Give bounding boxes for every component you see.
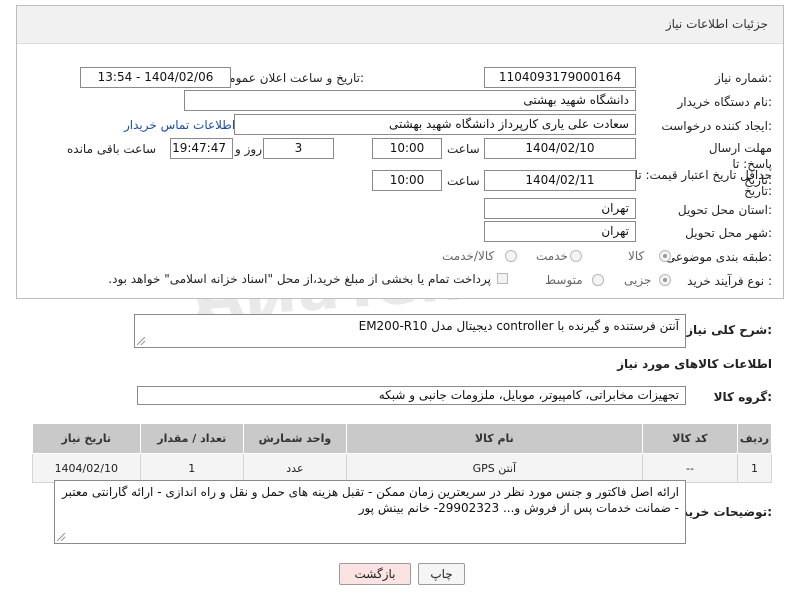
print-button[interactable]: چاپ [418,563,465,585]
process-option-minor: جزیی [624,273,652,287]
page-title: جزئیات اطلاعات نیاز [665,17,768,31]
announce-field[interactable]: 1404/02/06 - 13:54 [80,67,231,88]
province-field[interactable]: تهران [484,198,636,219]
process-option-medium: متوسط [545,273,583,287]
price-validity-label: حداقل تاریخ اعتبار قیمت: تا تاریخ: [634,168,772,198]
cell-item-code: -- [641,453,739,483]
category-radio-goods[interactable] [659,250,671,262]
buyer-notes-text: ارائه اصل فاکتور و جنس مورد نظر در سریعت… [61,485,679,515]
process-label: نوع فرآیند خرید : [687,274,772,288]
need-number-field[interactable]: 1104093179000164 [484,67,636,88]
category-option-service: خدمت [536,249,568,263]
buyer-notes-textarea[interactable]: ارائه اصل فاکتور و جنس مورد نظر در سریعت… [54,480,686,544]
treasury-note: پرداخت تمام یا بخشی از مبلغ خرید،از محل … [108,272,491,286]
remaining-time-label: ساعت باقی مانده [67,142,157,156]
category-option-goods-service: کالا/خدمت [442,249,495,263]
goods-table: ردیف کد کالا نام کالا واحد شمارش تعداد /… [32,423,772,483]
creator-label: ایجاد کننده درخواست: [661,119,772,133]
goods-section-title: اطلاعات کالاهای مورد نیاز [617,357,772,371]
price-validity-time-label: ساعت [447,174,480,188]
category-label: طبقه بندی موضوعی: [665,250,772,264]
goods-table-header: ردیف کد کالا نام کالا واحد شمارش تعداد /… [32,423,772,454]
back-button[interactable]: بازگشت [339,563,411,585]
col-quantity: تعداد / مقدار [139,423,244,454]
category-radio-goods-service[interactable] [505,250,517,262]
price-validity-date-field[interactable]: 1404/02/11 [484,170,636,191]
process-radio-medium[interactable] [592,274,604,286]
city-label: شهر محل تحویل: [685,226,772,240]
cell-row-number: 1 [737,453,772,483]
col-need-date: تاریخ نیاز [32,423,141,454]
process-radio-minor[interactable] [659,274,671,286]
response-time-field[interactable]: 10:00 [372,138,442,159]
cell-item-name: آنتن GPS [345,453,643,483]
days-field[interactable]: 3 [263,138,334,159]
buyer-label: نام دستگاه خریدار: [677,95,773,109]
price-validity-time-field[interactable]: 10:00 [372,170,442,191]
response-date-field[interactable]: 1404/02/10 [484,138,636,159]
resize-handle-icon[interactable] [57,533,65,541]
category-option-goods: کالا [628,249,645,263]
cell-quantity: 1 [139,453,244,483]
col-row-number: ردیف [737,423,772,454]
col-item-name: نام کالا [345,423,643,454]
table-row[interactable]: 1 -- آنتن GPS عدد 1 1404/02/10 [32,453,772,483]
city-field[interactable]: تهران [484,221,636,242]
creator-field[interactable]: سعادت علی یاری کارپرداز دانشگاه شهید بهش… [234,114,636,135]
goods-group-label: گروه کالا: [713,390,772,404]
province-label: استان محل تحویل: [677,203,772,217]
cell-unit: عدد [242,453,347,483]
days-label: روز و [235,142,262,156]
buyer-contact-link[interactable]: اطلاعات تماس خریدار [124,118,235,132]
description-label: شرح کلی نیاز: [686,323,772,337]
need-number-label: شماره نیاز: [714,71,772,85]
col-item-code: کد کالا [641,423,739,454]
remaining-time-field[interactable]: 19:47:47 [170,138,233,159]
cell-need-date: 1404/02/10 [32,453,141,483]
resize-handle-icon[interactable] [137,337,145,345]
goods-group-field[interactable]: تجهیزات مخابراتی، کامپیوتر، موبایل، ملزو… [137,386,686,405]
announce-label: تاریخ و ساعت اعلان عمومی: [219,71,364,85]
col-unit: واحد شمارش [242,423,347,454]
description-text: آنتن فرستنده و گیرنده با controller دیجی… [358,319,679,333]
category-radio-service[interactable] [570,250,582,262]
treasury-checkbox[interactable] [497,273,508,284]
buyer-field[interactable]: دانشگاه شهید بهشتی [184,90,636,111]
response-time-label: ساعت [447,142,480,156]
description-textarea[interactable]: آنتن فرستنده و گیرنده با controller دیجی… [134,314,686,348]
